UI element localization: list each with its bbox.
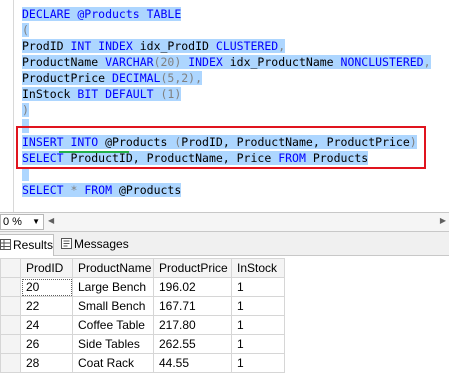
- code-token: FROM: [84, 183, 119, 197]
- table-cell[interactable]: 24: [20, 315, 73, 335]
- code-token: ): [22, 103, 29, 117]
- table-row[interactable]: 20 Large Bench 196.02 1: [0, 277, 285, 297]
- table-cell[interactable]: 1: [231, 353, 285, 373]
- code-token: ProductName: [22, 55, 106, 69]
- tab-results-label: Results: [13, 238, 54, 252]
- row-header[interactable]: [0, 296, 21, 316]
- scroll-right-icon[interactable]: ▶: [440, 216, 446, 225]
- table-cell[interactable]: 22: [20, 296, 73, 316]
- table-cell[interactable]: Coffee Table: [72, 315, 154, 335]
- column-header[interactable]: ProductPrice: [153, 258, 232, 278]
- messages-icon: [61, 238, 72, 249]
- code-token: ProductPrice: [22, 71, 113, 85]
- table-row[interactable]: 24 Coffee Table 217.80 1: [0, 315, 285, 335]
- code-token: CLUSTERED: [215, 39, 279, 53]
- code-token: NONCLUSTERED: [340, 55, 424, 69]
- code-line[interactable]: SELECT * FROM @Products: [22, 182, 182, 198]
- table-row[interactable]: 26 Side Tables 262.55 1: [0, 334, 285, 354]
- row-header[interactable]: [0, 277, 21, 297]
- code-line[interactable]: ): [22, 102, 29, 118]
- highlight-box: [16, 126, 426, 169]
- selected-text: SELECT * FROM @Products: [22, 183, 182, 197]
- selected-text: ): [22, 103, 29, 117]
- code-line[interactable]: InStock BIT DEFAULT (1): [22, 86, 182, 102]
- code-token: INT INDEX: [70, 39, 140, 53]
- table-cell[interactable]: 44.55: [153, 353, 232, 373]
- table-cell[interactable]: 1: [231, 296, 285, 316]
- code-token: INDEX: [188, 55, 230, 69]
- chevron-down-icon: ▼: [32, 217, 40, 226]
- code-token: DECLARE @Products TABLE: [22, 7, 182, 21]
- code-line[interactable]: ProductPrice DECIMAL(5,2),: [22, 70, 203, 86]
- code-token: SELECT: [22, 183, 71, 197]
- horizontal-scrollbar[interactable]: ◀ ▶: [48, 216, 446, 227]
- table-cell[interactable]: 1: [231, 277, 285, 297]
- table-row[interactable]: 28 Coat Rack 44.55 1: [0, 353, 285, 373]
- code-line[interactable]: DECLARE @Products TABLE: [22, 6, 182, 22]
- table-cell[interactable]: 262.55: [153, 334, 232, 354]
- column-header[interactable]: InStock: [231, 258, 285, 278]
- table-cell[interactable]: 28: [20, 353, 73, 373]
- tab-messages[interactable]: Messages: [58, 234, 136, 256]
- code-token: (1): [160, 87, 182, 101]
- editor-gutter: [0, 0, 14, 212]
- scroll-left-icon[interactable]: ◀: [48, 216, 54, 225]
- table-cell[interactable]: 167.71: [153, 296, 232, 316]
- selected-text: ProductPrice DECIMAL(5,2),: [22, 71, 203, 85]
- selected-text: ProductName VARCHAR(20) INDEX idx_Produc…: [22, 55, 431, 69]
- code-token: DECIMAL: [112, 71, 161, 85]
- table-row[interactable]: 22 Small Bench 167.71 1: [0, 296, 285, 316]
- code-token: idx_ProductName: [229, 55, 341, 69]
- tab-results[interactable]: Results: [0, 234, 54, 256]
- code-token: @Products: [118, 183, 182, 197]
- table-cell[interactable]: Large Bench: [72, 277, 154, 297]
- column-header[interactable]: ProdID: [20, 258, 73, 278]
- code-token: InStock: [22, 87, 78, 101]
- table-cell[interactable]: 217.80: [153, 315, 232, 335]
- row-header[interactable]: [0, 334, 21, 354]
- code-token: *: [70, 183, 85, 197]
- code-token: ,: [278, 39, 286, 53]
- selected-text: (: [22, 23, 29, 37]
- table-cell[interactable]: 20: [20, 277, 73, 297]
- code-line[interactable]: (: [22, 22, 29, 38]
- selected-text: InStock BIT DEFAULT (1): [22, 87, 182, 101]
- results-tabs: Results Messages: [0, 232, 449, 256]
- selected-text: [22, 167, 29, 181]
- table-cell[interactable]: 1: [231, 334, 285, 354]
- table-cell[interactable]: 26: [20, 334, 73, 354]
- results-grid[interactable]: ProdID ProductName ProductPrice InStock …: [0, 256, 449, 377]
- code-token: BIT DEFAULT: [77, 87, 161, 101]
- table-cell[interactable]: Coat Rack: [72, 353, 154, 373]
- tab-messages-label: Messages: [74, 237, 129, 251]
- header-row: ProdID ProductName ProductPrice InStock: [0, 258, 285, 278]
- code-token: (20): [153, 55, 189, 69]
- results-table: ProdID ProductName ProductPrice InStock …: [0, 258, 285, 373]
- table-cell[interactable]: 1: [231, 315, 285, 335]
- code-token: (5,2),: [160, 71, 203, 85]
- row-header[interactable]: [0, 315, 21, 335]
- selected-text: DECLARE @Products TABLE: [22, 7, 182, 21]
- column-header[interactable]: ProductName: [72, 258, 154, 278]
- table-cell[interactable]: Side Tables: [72, 334, 154, 354]
- editor-status-bar: 0 % ▼ ◀ ▶: [0, 212, 449, 232]
- selected-text: ProdID INT INDEX idx_ProdID CLUSTERED,: [22, 39, 286, 53]
- code-token: ,: [423, 55, 431, 69]
- zoom-value: 0 %: [3, 216, 22, 228]
- code-token: (: [22, 23, 29, 37]
- code-token: idx_ProdID: [139, 39, 216, 53]
- select-all-corner[interactable]: [0, 258, 21, 278]
- code-line[interactable]: ProductName VARCHAR(20) INDEX idx_Produc…: [22, 54, 431, 70]
- code-token: VARCHAR: [105, 55, 154, 69]
- code-line[interactable]: ProdID INT INDEX idx_ProdID CLUSTERED,: [22, 38, 286, 54]
- row-header[interactable]: [0, 353, 21, 373]
- grid-icon: [0, 239, 11, 250]
- table-cell[interactable]: 196.02: [153, 277, 232, 297]
- code-token: ProdID: [22, 39, 71, 53]
- zoom-dropdown[interactable]: 0 % ▼: [0, 214, 44, 230]
- query-editor[interactable]: DECLARE @Products TABLE ( ProdID INT INDEX…: [0, 0, 449, 212]
- table-cell[interactable]: Small Bench: [72, 296, 154, 316]
